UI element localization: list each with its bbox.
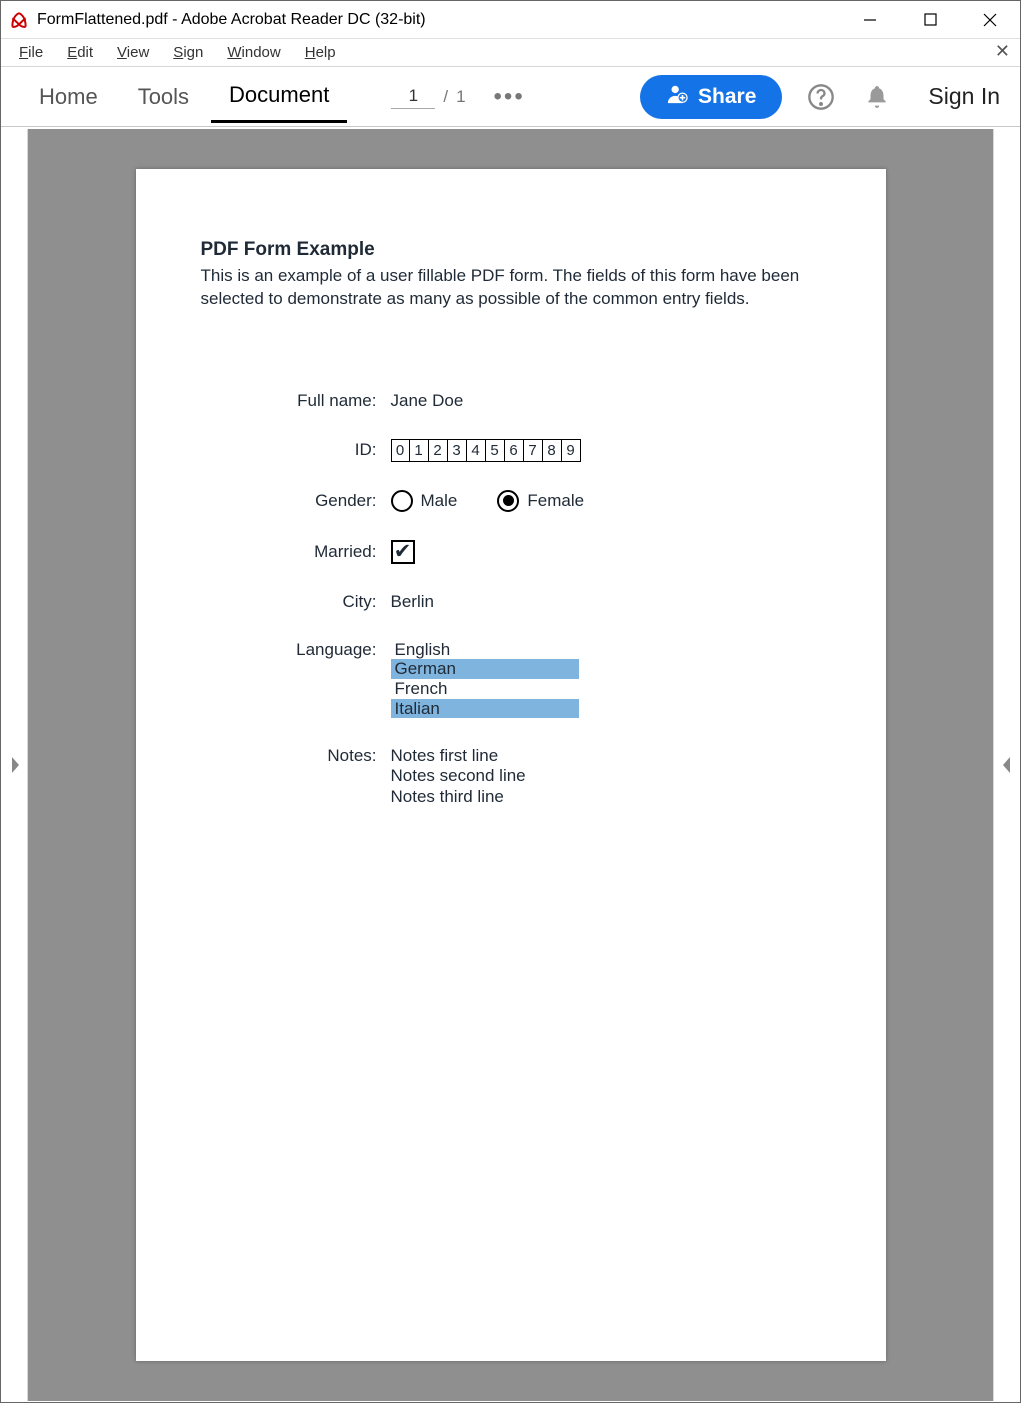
menu-window[interactable]: Window	[215, 42, 292, 63]
minimize-button[interactable]	[840, 1, 900, 38]
form-heading: PDF Form Example	[201, 239, 821, 261]
id-cell: 8	[543, 439, 562, 462]
help-button[interactable]	[804, 80, 838, 114]
acrobat-app-icon	[9, 10, 29, 30]
row-notes: Notes: Notes first lineNotes second line…	[201, 746, 821, 807]
page-total: 1	[456, 87, 465, 107]
tab-home[interactable]: Home	[21, 72, 116, 122]
form-intro-text: This is an example of a user fillable PD…	[201, 265, 821, 311]
id-cell: 7	[524, 439, 543, 462]
menu-sign[interactable]: Sign	[161, 42, 215, 63]
notes-line: Notes third line	[391, 787, 821, 807]
id-cell: 2	[429, 439, 448, 462]
checkbox-married: ✔	[391, 540, 415, 564]
radio-female-label: Female	[527, 491, 584, 511]
notes-block: Notes first lineNotes second lineNotes t…	[391, 746, 821, 807]
close-window-button[interactable]	[960, 1, 1020, 38]
left-panel-toggle[interactable]	[2, 129, 28, 1401]
page-number-input[interactable]: 1	[391, 84, 435, 109]
row-married: Married: ✔	[201, 540, 821, 564]
id-cell: 3	[448, 439, 467, 462]
menu-view[interactable]: View	[105, 42, 161, 63]
menu-file[interactable]: File	[7, 42, 55, 63]
language-item: French	[391, 679, 579, 699]
radio-male-label: Male	[421, 491, 458, 511]
toolbar: Home Tools Document 1 / 1 ••• Share Sign…	[1, 67, 1020, 127]
menu-edit[interactable]: Edit	[55, 42, 105, 63]
radio-female: Female	[497, 490, 584, 512]
language-item: Italian	[391, 699, 579, 719]
id-cell: 0	[391, 439, 410, 462]
share-person-icon	[666, 83, 688, 111]
page-number-group: 1 / 1	[391, 84, 465, 109]
label-id: ID:	[201, 440, 391, 460]
right-panel-toggle[interactable]	[993, 129, 1019, 1401]
language-list: EnglishGermanFrenchItalian	[391, 640, 579, 718]
row-gender: Gender: Male Female	[201, 490, 821, 512]
radio-male: Male	[391, 490, 458, 512]
close-document-button[interactable]: ✕	[995, 41, 1010, 62]
id-cell: 6	[505, 439, 524, 462]
tab-document[interactable]: Document	[211, 70, 347, 123]
radio-dot-icon	[503, 495, 514, 506]
language-item: German	[391, 659, 579, 679]
id-cell: 1	[410, 439, 429, 462]
label-notes: Notes:	[201, 746, 391, 766]
notifications-button[interactable]	[860, 80, 894, 114]
id-cell: 9	[562, 439, 581, 462]
row-id: ID: 0123456789	[201, 439, 821, 462]
radio-circle-icon	[391, 490, 413, 512]
pdf-page: PDF Form Example This is an example of a…	[136, 169, 886, 1361]
value-full-name: Jane Doe	[391, 391, 821, 411]
value-city: Berlin	[391, 592, 821, 612]
row-full-name: Full name: Jane Doe	[201, 391, 821, 411]
notes-line: Notes first line	[391, 746, 821, 766]
titlebar: FormFlattened.pdf - Adobe Acrobat Reader…	[1, 1, 1020, 39]
notes-line: Notes second line	[391, 766, 821, 786]
maximize-button[interactable]	[900, 1, 960, 38]
menu-help[interactable]: Help	[293, 42, 348, 63]
window-title: FormFlattened.pdf - Adobe Acrobat Reader…	[37, 11, 840, 29]
label-full-name: Full name:	[201, 391, 391, 411]
label-language: Language:	[201, 640, 391, 660]
more-options-button[interactable]: •••	[494, 83, 525, 111]
id-cells: 0123456789	[391, 439, 821, 462]
label-gender: Gender:	[201, 491, 391, 511]
share-button[interactable]: Share	[640, 75, 782, 119]
label-city: City:	[201, 592, 391, 612]
share-button-label: Share	[698, 85, 756, 109]
row-city: City: Berlin	[201, 592, 821, 612]
page-slash: /	[443, 87, 448, 107]
window-controls	[840, 1, 1020, 38]
menubar: File Edit View Sign Window Help ✕	[1, 39, 1020, 67]
id-cell: 5	[486, 439, 505, 462]
radio-circle-icon	[497, 490, 519, 512]
page-scroll-region[interactable]: PDF Form Example This is an example of a…	[28, 129, 993, 1401]
document-stage: PDF Form Example This is an example of a…	[2, 129, 1019, 1401]
language-item: English	[391, 640, 579, 660]
row-language: Language: EnglishGermanFrenchItalian	[201, 640, 821, 718]
tab-tools[interactable]: Tools	[120, 72, 207, 122]
label-married: Married:	[201, 542, 391, 562]
id-cell: 4	[467, 439, 486, 462]
sign-in-button[interactable]: Sign In	[928, 83, 1000, 110]
